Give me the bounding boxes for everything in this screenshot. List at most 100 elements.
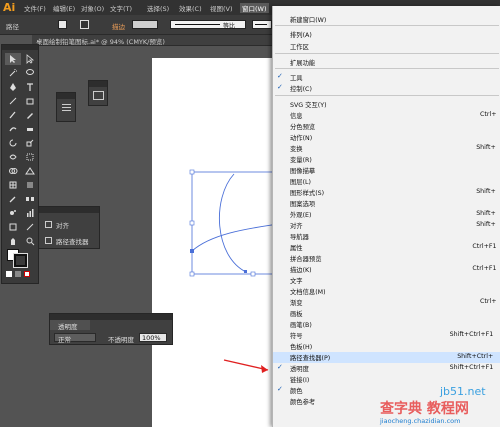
- perspective-grid-tool-icon[interactable]: [22, 165, 38, 177]
- window-menu-item-label: 图像描摹: [290, 168, 316, 175]
- align-pathfinder-panel: 对齐 路径查找器: [38, 206, 100, 249]
- watermark-brand: 查字典 教程网: [380, 401, 469, 417]
- window-menu-item[interactable]: 描边(K) Ctrl+F1: [273, 264, 500, 275]
- stroke-label[interactable]: 描边: [112, 21, 125, 31]
- window-menu-item[interactable]: 画板: [273, 308, 500, 319]
- shape-builder-tool-icon[interactable]: [5, 165, 21, 177]
- blend-tool-icon[interactable]: [22, 193, 38, 205]
- window-menu-item[interactable]: 工作区: [273, 41, 500, 52]
- window-menu-item-label: 颜色: [290, 388, 303, 395]
- opacity-field[interactable]: 100%: [139, 333, 167, 342]
- direct-selection-tool-icon[interactable]: [22, 53, 38, 65]
- window-menu-item[interactable]: 拼合器预览: [273, 253, 500, 264]
- window-menu-item[interactable]: 链接(I): [273, 374, 500, 385]
- stroke-swatch[interactable]: [80, 20, 89, 29]
- brush-definition[interactable]: [252, 20, 272, 29]
- fill-swatch[interactable]: [58, 20, 67, 29]
- color-mode-icon[interactable]: [6, 271, 12, 277]
- pencil-tool-icon[interactable]: [22, 109, 38, 121]
- window-menu-item[interactable]: 图案选项: [273, 198, 500, 209]
- gradient-mode-icon[interactable]: [15, 271, 21, 277]
- checkmark-icon: ✓: [277, 83, 283, 91]
- window-menu-item[interactable]: 外观(E) Shift+: [273, 209, 500, 220]
- window-menu-item[interactable]: 新建窗口(W): [273, 14, 500, 25]
- lasso-tool-icon[interactable]: [22, 67, 38, 79]
- mesh-tool-icon[interactable]: [5, 179, 21, 191]
- window-menu-item[interactable]: SVG 交互(Y): [273, 99, 500, 110]
- rotate-tool-icon[interactable]: [5, 137, 21, 149]
- window-menu-item[interactable]: 属性 Ctrl+F1: [273, 242, 500, 253]
- window-menu-item-label: 图层(L): [290, 179, 312, 186]
- window-menu-item[interactable]: 动作(N): [273, 132, 500, 143]
- window-menu-item[interactable]: 信息 Ctrl+: [273, 110, 500, 121]
- window-menu-item[interactable]: 导航器: [273, 231, 500, 242]
- window-menu-item-label: 符号: [290, 333, 303, 340]
- line-tool-icon[interactable]: [5, 95, 21, 107]
- menu-select[interactable]: 选择(S): [147, 3, 169, 13]
- window-menu-item-shortcut: Ctrl+F1: [472, 243, 497, 250]
- menu-effect[interactable]: 效果(C): [179, 3, 202, 13]
- type-tool-icon[interactable]: [22, 81, 38, 93]
- blend-mode-select[interactable]: 正常: [54, 333, 96, 344]
- variable-width-profile[interactable]: 等比: [170, 20, 246, 30]
- none-mode-icon[interactable]: [24, 271, 30, 277]
- blob-brush-tool-icon[interactable]: [5, 123, 21, 135]
- menu-window[interactable]: 窗口(W): [240, 3, 269, 13]
- window-menu-item-shortcut: Ctrl+: [480, 298, 497, 305]
- zoom-tool-icon[interactable]: [22, 235, 38, 247]
- menu-file[interactable]: 文件(F): [24, 3, 46, 13]
- window-menu-item[interactable]: 画笔(B): [273, 319, 500, 330]
- floating-panel-1[interactable]: [56, 92, 76, 122]
- window-menu-item[interactable]: ✓ 控制(C): [273, 83, 500, 94]
- eraser-tool-icon[interactable]: [22, 123, 38, 135]
- window-menu-item[interactable]: 扩展功能: [273, 57, 500, 68]
- window-menu-item-label: 颜色参考: [290, 399, 316, 406]
- hand-tool-icon[interactable]: [5, 235, 21, 247]
- paintbrush-tool-icon[interactable]: [5, 109, 21, 121]
- stroke-color-swatch[interactable]: [13, 253, 28, 268]
- window-menu-item[interactable]: 分色预览: [273, 121, 500, 132]
- window-menu-item[interactable]: 图像描摹: [273, 165, 500, 176]
- menu-object[interactable]: 对象(O): [81, 3, 104, 13]
- scale-tool-icon[interactable]: [22, 137, 38, 149]
- window-menu-item[interactable]: ✓ 工具: [273, 72, 500, 83]
- window-menu-item[interactable]: 渐变 Ctrl+: [273, 297, 500, 308]
- slice-tool-icon[interactable]: [22, 221, 38, 233]
- window-menu-item-label: 渐变: [290, 300, 303, 307]
- eyedropper-tool-icon[interactable]: [5, 193, 21, 205]
- magic-wand-tool-icon[interactable]: [5, 67, 21, 79]
- window-menu-item-label: 排列(A): [290, 32, 312, 39]
- window-menu-item[interactable]: 文字: [273, 275, 500, 286]
- window-menu-item-label: 画板: [290, 311, 303, 318]
- symbol-sprayer-tool-icon[interactable]: [5, 207, 21, 219]
- pathfinder-panel-item[interactable]: 路径查找器: [39, 234, 99, 247]
- menu-type[interactable]: 文字(T): [110, 3, 132, 13]
- window-menu-item[interactable]: 符号 Shift+Ctrl+F1: [273, 330, 500, 341]
- rectangle-tool-icon[interactable]: [22, 95, 38, 107]
- window-menu-item[interactable]: 对齐 Shift+: [273, 220, 500, 231]
- artboard-tool-icon[interactable]: [5, 221, 21, 233]
- window-menu-item[interactable]: 变量(R): [273, 154, 500, 165]
- stroke-weight-field[interactable]: [132, 20, 158, 29]
- selection-tool-icon[interactable]: [5, 53, 21, 65]
- width-tool-icon[interactable]: [5, 151, 21, 163]
- floating-panel-2[interactable]: [88, 80, 108, 106]
- window-menu-item[interactable]: 排列(A): [273, 29, 500, 40]
- window-menu-item[interactable]: 图形样式(S) Shift+: [273, 187, 500, 198]
- window-menu-item[interactable]: 图层(L): [273, 176, 500, 187]
- window-menu-item-label: 图形样式(S): [290, 190, 325, 197]
- menu-edit[interactable]: 编辑(E): [53, 3, 75, 13]
- menu-view[interactable]: 视图(V): [210, 3, 233, 13]
- window-menu-item-label: 变换: [290, 146, 303, 153]
- gradient-tool-icon[interactable]: [22, 179, 38, 191]
- window-menu-item[interactable]: 文档信息(M): [273, 286, 500, 297]
- free-transform-tool-icon[interactable]: [22, 151, 38, 163]
- window-menu-item[interactable]: 路径查找器(P) Shift+Ctrl+: [273, 352, 500, 363]
- window-menu-item[interactable]: 变换 Shift+: [273, 143, 500, 154]
- window-menu-item[interactable]: 色板(H): [273, 341, 500, 352]
- column-graph-tool-icon[interactable]: [22, 207, 38, 219]
- window-menu-item[interactable]: ✓ 透明度 Shift+Ctrl+F1: [273, 363, 500, 374]
- transparency-tab[interactable]: 透明度: [50, 320, 90, 331]
- pen-tool-icon[interactable]: [5, 81, 21, 93]
- align-panel-item[interactable]: 对齐: [39, 218, 99, 231]
